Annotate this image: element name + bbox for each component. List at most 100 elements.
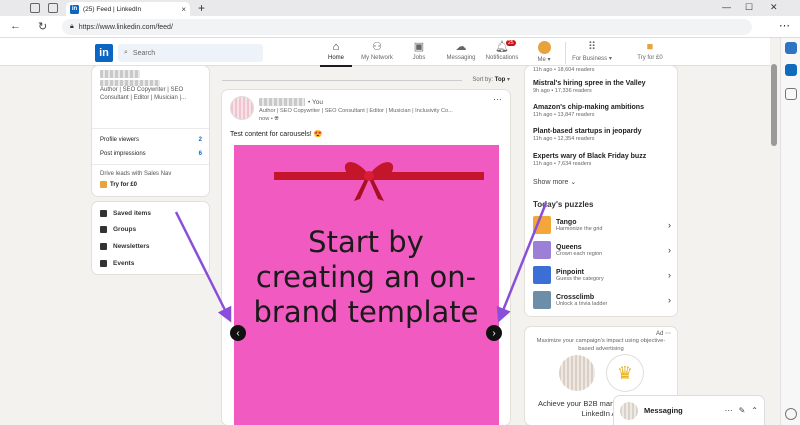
puzzle-queens[interactable]: Queens Crown each region ›	[533, 241, 671, 259]
url-text: https://www.linkedin.com/feed/	[78, 23, 173, 31]
nav-messaging[interactable]: ☁ Messaging	[439, 41, 483, 61]
nav-my-network[interactable]: ⚇ My Network	[355, 41, 399, 61]
shortcut-label: Newsletters	[113, 243, 150, 250]
nav-label: Messaging	[446, 55, 476, 61]
tab-title: (25) Feed | LinkedIn	[83, 5, 142, 13]
nav-label: Try for £0	[637, 55, 663, 61]
close-window-icon[interactable]: ✕	[770, 2, 778, 13]
browser-menu-icon[interactable]: ⋯	[779, 19, 790, 32]
back-icon[interactable]: ←	[10, 20, 21, 32]
tab-actions-icon[interactable]	[48, 3, 58, 13]
nav-for-business[interactable]: ⠿ For Business ▾	[570, 41, 614, 62]
close-tab-icon[interactable]: ×	[181, 5, 186, 14]
messaging-bar[interactable]: Messaging ⋯ ✎ ⌃	[614, 396, 764, 425]
post-impressions-row[interactable]: Post impressions 6	[100, 151, 202, 157]
minimize-icon[interactable]: —	[722, 2, 731, 12]
post-author-headline: Author | SEO Copywriter | SEO Consultant…	[259, 108, 453, 114]
try-premium-link[interactable]: Try for £0	[100, 181, 137, 188]
post-menu-icon[interactable]: ⋯	[493, 94, 502, 105]
news-headline: Amazon's chip-making ambitions	[533, 104, 644, 111]
scrollbar-thumb[interactable]	[771, 64, 777, 146]
compose-icon[interactable]: ✎	[739, 406, 746, 415]
puzzle-pinpoint[interactable]: Pinpoint Guess the category ›	[533, 266, 671, 284]
maximize-icon[interactable]: ☐	[745, 2, 753, 13]
shortcut-label: Saved items	[113, 210, 151, 217]
sort-label: Sort by:	[472, 77, 494, 83]
news-meta-top: 11h ago • 18,604 readers	[533, 66, 673, 73]
puzzle-name: Tango	[556, 218, 577, 226]
shortcut-label: Groups	[113, 226, 137, 233]
outlook-icon[interactable]	[785, 64, 797, 76]
copilot-icon[interactable]	[785, 42, 797, 54]
blurred-name	[100, 70, 140, 78]
news-item[interactable]: Plant-based startups in jeopardy 11h ago…	[533, 128, 673, 142]
nav-label: For Business ▾	[572, 56, 612, 62]
news-meta: 9h ago • 17,336 readers	[533, 88, 592, 94]
add-icon[interactable]	[785, 88, 797, 100]
news-item[interactable]: Mistral's hiring spree in the Valley 9h …	[533, 80, 673, 94]
shortcut-events[interactable]: Events	[100, 260, 134, 267]
carousel-slide[interactable]: Start by creating an on-brand template	[234, 145, 499, 425]
nav-notifications[interactable]: 🔔︎ 25 Notifications	[480, 40, 524, 61]
browser-tab[interactable]: in (25) Feed | LinkedIn ×	[66, 2, 190, 16]
chevron-right-icon: ›	[668, 295, 671, 305]
you-label: • You	[308, 98, 323, 106]
messaging-label: Messaging	[644, 406, 683, 415]
avatar[interactable]	[230, 96, 254, 120]
bell-icon: 🔔︎	[495, 41, 509, 53]
new-tab-button[interactable]: +	[198, 1, 205, 15]
shortcut-saved-items[interactable]: Saved items	[100, 210, 151, 217]
profile-viewers-row[interactable]: Profile viewers 2	[100, 137, 202, 143]
news-item[interactable]: Experts wary of Black Friday buzz 11h ag…	[533, 153, 673, 167]
shortcut-groups[interactable]: Groups	[100, 226, 136, 233]
browser-sidebar	[780, 38, 800, 425]
ad-description: Maximize your campaign's impact using ob…	[536, 338, 666, 352]
gear-icon[interactable]	[785, 408, 797, 420]
divider	[92, 164, 209, 165]
chevron-right-icon: ›	[668, 270, 671, 280]
post-author[interactable]: • You	[259, 98, 323, 106]
puzzle-crossclimb[interactable]: Crossclimb Unlock a trivia ladder ›	[533, 291, 671, 309]
shortcuts-card: Saved items Groups Newsletters Events	[92, 202, 209, 274]
show-more-button[interactable]: Show more ⌄	[533, 178, 576, 186]
nav-label: Home	[327, 55, 344, 61]
nav-label: My Network	[361, 55, 393, 61]
nav-jobs[interactable]: ▣ Jobs	[397, 41, 441, 61]
chevron-right-icon: ›	[668, 220, 671, 230]
post-text: Test content for carousels! 😍	[230, 131, 323, 138]
puzzle-name: Crossclimb	[556, 293, 595, 301]
try-label: Try for £0	[110, 181, 138, 188]
nav-home[interactable]: ⌂ Home	[314, 41, 358, 67]
linkedin-header: in ⌕ Search ⌂ Home ⚇ My Network ▣ Jobs ☁…	[0, 38, 770, 67]
carousel-next-button[interactable]: ›	[486, 325, 502, 341]
url-field[interactable]: 🔒︎ https://www.linkedin.com/feed/	[62, 19, 752, 35]
premium-icon: ■	[646, 41, 654, 53]
divider	[92, 128, 209, 129]
avatar	[559, 355, 595, 391]
carousel: Start by creating an on-brand template ‹…	[230, 145, 502, 425]
chevron-up-icon[interactable]: ⌃	[751, 406, 758, 415]
puzzle-tango[interactable]: Tango Harmonize the grid ›	[533, 216, 671, 234]
linkedin-logo-icon[interactable]: in	[95, 44, 113, 62]
linkedin-favicon-icon: in	[70, 4, 79, 14]
nav-label: Jobs	[412, 55, 426, 61]
tango-icon	[533, 216, 551, 234]
news-item[interactable]: Amazon's chip-making ambitions 11h ago •…	[533, 104, 673, 118]
more-icon[interactable]: ⋯	[725, 406, 733, 415]
page-scrollbar[interactable]	[770, 38, 778, 425]
news-headline: Plant-based startups in jeopardy	[533, 128, 642, 135]
nav-premium[interactable]: ■ Try for £0	[628, 41, 672, 61]
carousel-prev-button[interactable]: ‹	[230, 325, 246, 341]
globe-icon: 🌐︎	[274, 116, 279, 122]
nav-me[interactable]: Me ▾	[522, 41, 566, 63]
shortcut-newsletters[interactable]: Newsletters	[100, 243, 150, 250]
network-icon: ⚇	[372, 41, 382, 53]
nav-label: Notifications	[485, 55, 519, 61]
workspaces-icon[interactable]	[30, 3, 40, 13]
notification-badge: 25	[506, 40, 516, 46]
puzzle-name: Queens	[556, 243, 582, 251]
sort-control[interactable]: Sort by: Top ▾	[222, 76, 510, 83]
search-input[interactable]: ⌕ Search	[118, 44, 263, 62]
refresh-icon[interactable]: ↻	[38, 20, 47, 33]
profile-viewers-count: 2	[198, 137, 202, 143]
